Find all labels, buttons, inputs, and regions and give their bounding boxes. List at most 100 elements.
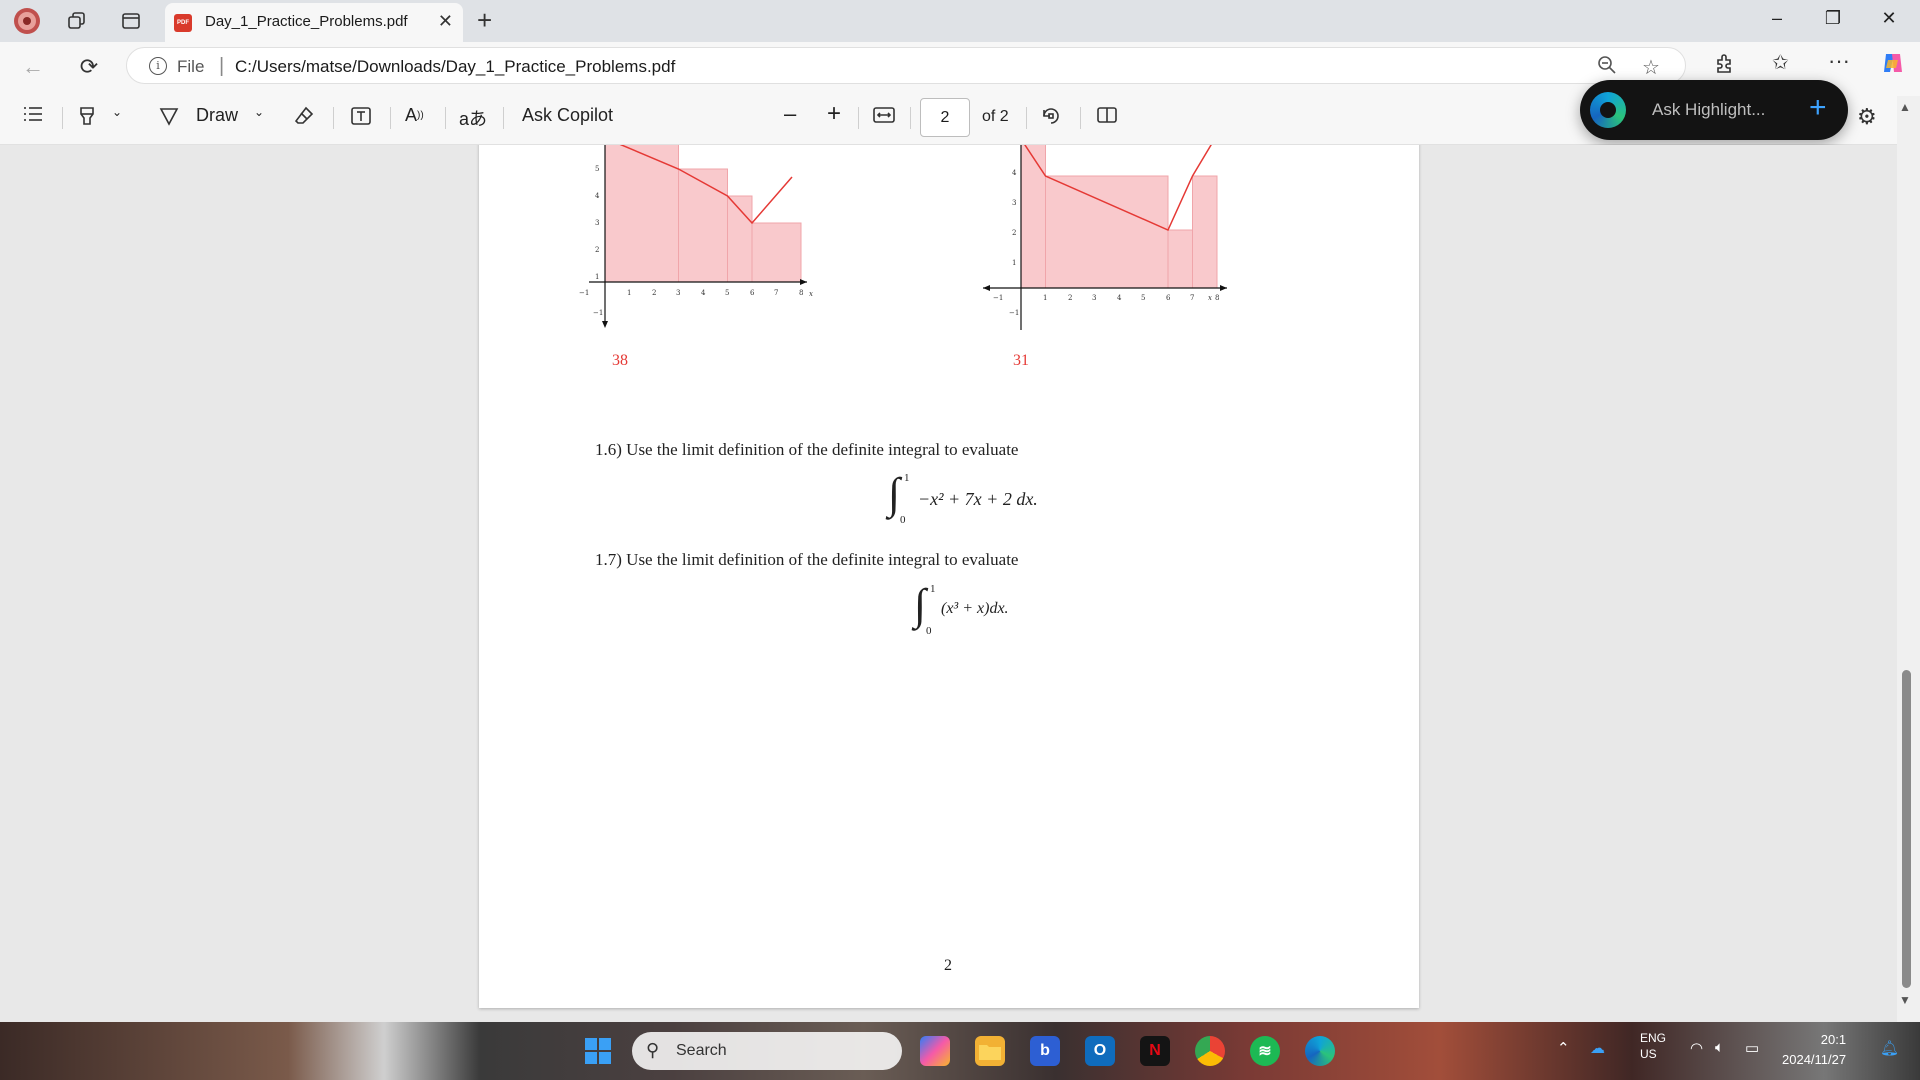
battery-icon[interactable]: ▭ [1745,1039,1759,1057]
ask-copilot-button[interactable]: Ask Copilot [522,105,613,126]
vertical-tabs-icon[interactable] [116,6,146,36]
favorite-star-icon[interactable]: ☆ [1642,55,1660,80]
x-tick-label: −1 [993,294,1003,302]
pdf-file-icon: PDF [174,14,192,32]
y-tick-label: 1 [595,273,599,281]
language-indicator[interactable]: ENG US [1640,1030,1666,1062]
back-button[interactable]: ← [16,50,50,84]
x-axis-arrow [1220,285,1227,291]
highlight-icon[interactable] [76,105,98,127]
bing-icon[interactable]: b [1030,1036,1060,1066]
integral-1-7: ∫ 1 0 (x³ + x)dx. [914,583,1114,643]
info-icon[interactable]: i [149,57,167,75]
graph-bar [678,168,728,283]
draw-dropdown-icon[interactable]: ⌄ [254,105,264,119]
profile-avatar[interactable] [12,6,42,36]
pdf-viewer[interactable]: 5 4 3 2 1 −1 −1 1 2 3 4 5 6 7 8 x 38 4 3… [0,145,1897,1022]
ask-highlight-popup[interactable]: Ask Highlight... + [1580,80,1848,140]
pdf-page: 5 4 3 2 1 −1 −1 1 2 3 4 5 6 7 8 x 38 4 3… [479,145,1419,1008]
fit-width-icon[interactable] [872,105,896,125]
close-window-button[interactable]: ✕ [1866,8,1912,29]
x-tick-label: 7 [774,289,778,297]
settings-gear-icon[interactable]: ⚙ [1857,104,1877,130]
x-tick-label: 8 [799,289,803,297]
tab-close-icon[interactable]: ✕ [438,11,453,32]
edge-logo-icon [1590,92,1626,128]
scrollbar-thumb[interactable] [1902,670,1911,988]
add-highlight-button[interactable]: + [1809,93,1827,123]
windows-start-icon[interactable] [583,1036,613,1066]
x-tick-label: 6 [750,289,755,297]
x-tick-label: 8 [1215,294,1219,302]
y-tick-label: −1 [1009,309,1019,317]
x-tick-label: 1 [627,289,631,297]
x-tick-label: 3 [676,289,680,297]
draw-button[interactable]: Draw [196,105,238,126]
y-tick-label: 2 [1012,229,1016,237]
url-text[interactable]: C:/Users/matse/Downloads/Day_1_Practice_… [235,57,675,77]
zoom-out-icon[interactable] [1597,55,1617,81]
chrome-icon[interactable] [1195,1036,1225,1066]
zoom-in-button[interactable]: + [827,100,841,128]
onedrive-icon[interactable]: ☁ [1590,1039,1605,1057]
toolbar-divider [910,107,911,129]
toolbar-divider [858,107,859,129]
favorites-icon[interactable]: ✩ [1772,50,1789,75]
integral-sign: ∫ [914,580,927,629]
x-tick-label: 5 [725,289,729,297]
edge-taskbar-icon[interactable] [1305,1036,1335,1066]
translate-icon[interactable]: aあ [459,105,487,131]
title-bar: PDF Day_1_Practice_Problems.pdf ✕ + – ❐ … [0,0,1920,42]
page-view-icon[interactable] [1096,105,1118,125]
netflix-icon[interactable]: N [1140,1036,1170,1066]
y-tick-label: 3 [1012,199,1016,207]
clock[interactable]: 20:1 2024/11/27 [1782,1030,1846,1070]
notification-bell-icon[interactable]: 🔔︎ [1880,1039,1899,1057]
spotify-icon[interactable]: ≋ [1250,1036,1280,1066]
restore-button[interactable]: ❐ [1810,8,1856,29]
more-menu-icon[interactable]: ··· [1828,48,1850,74]
toolbar-divider [1026,107,1027,129]
volume-icon[interactable]: 🔈︎ [1715,1039,1724,1056]
tray-overflow-icon[interactable]: ⌃ [1557,1039,1570,1057]
refresh-button[interactable]: ⟳ [72,50,106,84]
graph-bar [1167,229,1193,289]
draw-icon[interactable] [158,105,180,127]
taskbar-search[interactable]: ⚲ Search [632,1032,902,1070]
extensions-icon[interactable] [1714,52,1736,80]
scroll-down-arrow-icon[interactable]: ▼ [1899,993,1911,1007]
text-box-icon[interactable] [350,105,372,127]
scroll-up-arrow-icon[interactable]: ▲ [1899,100,1911,114]
toolbar-divider [1080,107,1081,129]
copilot-app-icon[interactable] [920,1036,950,1066]
wifi-icon[interactable]: ◠ [1690,1039,1703,1057]
highlight-dropdown-icon[interactable]: ⌄ [112,105,122,119]
zoom-out-button[interactable]: – [784,101,796,127]
read-aloud-icon[interactable]: A)) [405,105,424,126]
file-explorer-icon[interactable] [975,1036,1005,1066]
workspaces-icon[interactable] [62,6,92,36]
y-tick-label: 3 [595,219,599,227]
graph-bar [1020,145,1046,289]
minimize-button[interactable]: – [1754,8,1800,29]
y-tick-label: 4 [595,192,600,200]
x-tick-label: 6 [1166,294,1171,302]
region-code: US [1640,1047,1657,1061]
eraser-icon[interactable] [293,105,315,127]
outlook-icon[interactable]: O [1085,1036,1115,1066]
x-tick-label: 5 [1141,294,1145,302]
new-tab-button[interactable]: + [477,5,492,36]
integrand: (x³ + x)dx. [941,600,1009,617]
tab-active[interactable]: PDF Day_1_Practice_Problems.pdf ✕ [165,3,463,42]
ask-highlight-input[interactable]: Ask Highlight... [1652,100,1765,120]
integral-lower-limit: 0 [900,514,906,526]
url-separator: | [219,55,225,77]
problem-1-6-text: 1.6) Use the limit definition of the def… [595,440,1019,459]
contents-icon[interactable] [22,105,44,123]
page-number-input[interactable]: 2 [920,98,970,137]
y-tick-label: 4 [1012,169,1017,177]
copilot-icon[interactable] [1880,50,1906,82]
rotate-icon[interactable] [1040,105,1062,127]
y-tick-label: 5 [595,165,599,173]
address-bar[interactable]: i File | C:/Users/matse/Downloads/Day_1_… [126,47,1686,84]
